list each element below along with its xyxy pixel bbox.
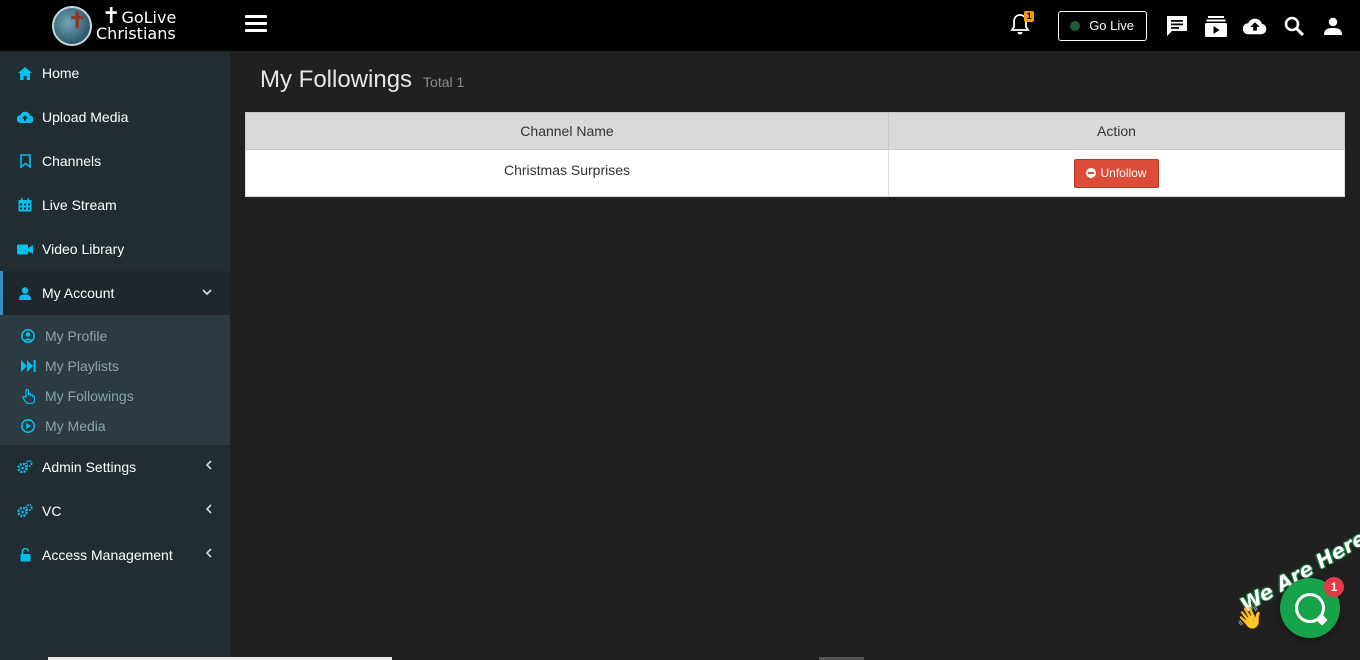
gears-icon [17, 503, 33, 519]
sidebar-item-admin-settings[interactable]: Admin Settings [0, 445, 230, 489]
sidebar-nav: Home Upload Media Channels Live Stream V… [0, 51, 230, 315]
cloud-upload-icon [17, 109, 33, 125]
sidebar-item-label: Upload Media [42, 109, 129, 125]
chevron-left-icon [205, 503, 212, 517]
channel-name-cell: Christmas Surprises [245, 149, 889, 197]
submenu-item-label: My Profile [45, 328, 108, 344]
submenu-item-my-media[interactable]: My Media [0, 411, 230, 441]
chat-widget: We Are Here! 👋 1 [1232, 521, 1360, 655]
notification-count-badge: 1 [1024, 10, 1035, 22]
chevron-left-icon [205, 547, 212, 561]
sidebar-item-video-library[interactable]: Video Library [0, 227, 230, 271]
bookmark-icon [17, 153, 33, 169]
column-header-action: Action [888, 112, 1345, 150]
logo[interactable]: ✝ ✝GoLive Christians [0, 0, 230, 51]
sidebar-item-label: My Account [42, 285, 115, 301]
gears-icon [17, 459, 33, 475]
submenu-item-my-playlists[interactable]: My Playlists [0, 351, 230, 381]
table-row: Christmas Surprises Unfollow [245, 149, 1345, 197]
go-live-button[interactable]: Go Live [1058, 10, 1147, 41]
chevron-left-icon [205, 459, 212, 473]
submenu-item-label: My Followings [45, 388, 134, 404]
column-header-channel-name: Channel Name [245, 112, 889, 150]
unlock-icon [17, 547, 33, 563]
sidebar-item-upload-media[interactable]: Upload Media [0, 95, 230, 139]
sidebar-item-access-management[interactable]: Access Management [0, 533, 230, 577]
video-camera-icon [17, 241, 33, 257]
submenu-item-label: My Media [45, 418, 106, 434]
sidebar-item-my-account[interactable]: My Account [0, 271, 230, 315]
submenu-item-label: My Playlists [45, 358, 119, 374]
main-content: My Followings Total 1 Channel Name Actio… [230, 51, 1360, 660]
sidebar-item-label: Home [42, 65, 80, 81]
live-status-dot [1070, 20, 1081, 31]
waving-hand-icon: 👋 [1236, 605, 1264, 630]
user-icon [17, 285, 33, 301]
my-account-submenu: My Profile My Playlists My Followings My… [0, 315, 230, 445]
search-icon[interactable] [1282, 14, 1306, 38]
unfollow-button[interactable]: Unfollow [1074, 158, 1159, 188]
followings-table: Channel Name Action Christmas Surprises … [245, 112, 1345, 197]
video-playlist-icon[interactable] [1204, 14, 1228, 38]
sidebar-item-channels[interactable]: Channels [0, 139, 230, 183]
calendar-icon [17, 197, 33, 213]
navbar-actions: 1 Go Live [1010, 0, 1360, 51]
sidebar-item-label: Live Stream [42, 197, 117, 213]
action-cell: Unfollow [888, 149, 1345, 197]
sidebar: ✝ ✝GoLive Christians Home Upload Media C… [0, 0, 230, 660]
brand-name: ✝GoLive Christians [96, 4, 177, 43]
sidebar-item-label: Video Library [42, 241, 125, 257]
page-header: My Followings Total 1 [260, 66, 464, 94]
user-circle-icon [20, 328, 36, 344]
fast-forward-icon [20, 358, 36, 374]
sidebar-item-label: Access Management [42, 547, 173, 563]
submenu-item-my-followings[interactable]: My Followings [0, 381, 230, 411]
sidebar-item-label: Channels [42, 153, 102, 169]
logo-globe-icon: ✝ [52, 5, 92, 46]
unfollow-label: Unfollow [1100, 166, 1147, 180]
play-circle-icon [20, 418, 36, 434]
sidebar-item-live-stream[interactable]: Live Stream [0, 183, 230, 227]
page-title: My Followings [260, 66, 413, 93]
minus-circle-icon [1086, 168, 1097, 178]
sidebar-item-label: Admin Settings [42, 459, 137, 475]
top-navbar: 1 Go Live [230, 0, 1360, 51]
chat-bubble-icon [1295, 593, 1325, 623]
sidebar-item-home[interactable]: Home [0, 51, 230, 95]
total-count: Total 1 [423, 74, 465, 90]
table-header-row: Channel Name Action [245, 112, 1345, 150]
submenu-item-my-profile[interactable]: My Profile [0, 321, 230, 351]
chat-message-icon[interactable] [1165, 14, 1189, 38]
menu-toggle-icon[interactable] [245, 15, 267, 34]
home-icon [17, 65, 33, 81]
user-profile-icon[interactable] [1321, 14, 1345, 38]
notifications-bell-icon[interactable]: 1 [1010, 10, 1035, 38]
hand-pointer-icon [20, 388, 36, 404]
chevron-down-icon [202, 285, 212, 299]
sidebar-item-vc[interactable]: VC [0, 489, 230, 533]
sidebar-nav-bottom: Admin Settings VC Access Management [0, 445, 230, 577]
sidebar-item-label: VC [42, 503, 62, 519]
go-live-label: Go Live [1089, 18, 1134, 33]
cloud-upload-icon[interactable] [1243, 14, 1267, 38]
chat-unread-badge: 1 [1324, 577, 1344, 597]
